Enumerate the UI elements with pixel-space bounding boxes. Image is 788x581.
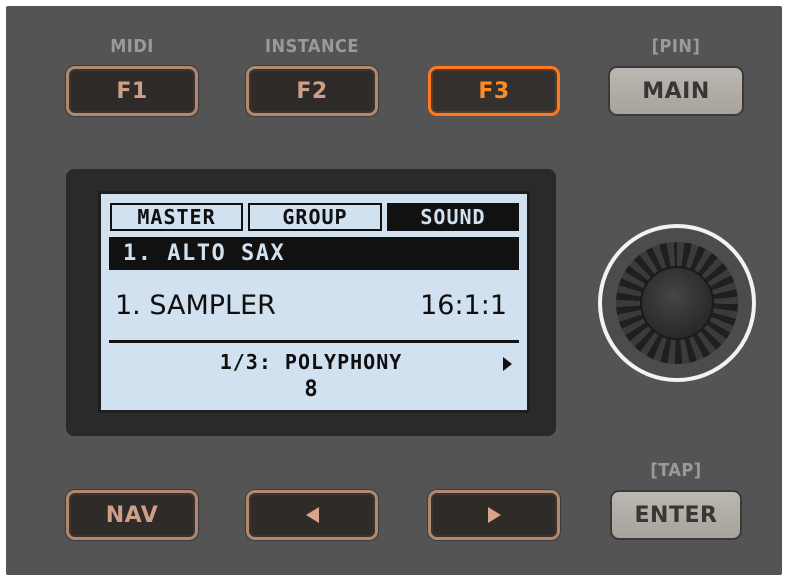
control-encoder-knob[interactable] <box>598 224 756 382</box>
parameter-value: 8 <box>304 377 318 402</box>
f2-button-label: F2 <box>296 78 328 104</box>
main-button-label: MAIN <box>642 78 710 104</box>
f1-caption: MIDI <box>110 36 154 57</box>
left-arrow-icon <box>305 507 319 523</box>
sound-name-header: 1. ALTO SAX <box>109 237 519 270</box>
f1-button-label: F1 <box>116 78 148 104</box>
right-arrow-icon <box>487 507 501 523</box>
lcd-display: MASTER GROUP SOUND 1. ALTO SAX 1. SAMPLE… <box>98 191 530 413</box>
tab-group: GROUP <box>248 203 382 231</box>
enter-caption: [TAP] <box>650 460 702 481</box>
f1-button[interactable]: F1 <box>66 66 198 116</box>
f3-button[interactable]: F3 <box>428 66 560 116</box>
nav-button[interactable]: NAV <box>66 490 198 540</box>
knob-grip-ring <box>616 242 738 364</box>
nav-button-label: NAV <box>105 502 159 528</box>
parameter-label: 1/3: POLYPHONY <box>219 350 403 374</box>
enter-button[interactable]: ENTER <box>610 490 742 540</box>
tab-master: MASTER <box>110 203 243 231</box>
main-caption: [PIN] <box>651 36 701 57</box>
enter-button-label: ENTER <box>634 502 718 528</box>
display-divider <box>109 340 519 343</box>
left-arrow-button[interactable] <box>246 490 378 540</box>
f3-button-label: F3 <box>478 78 510 104</box>
f2-caption: INSTANCE <box>265 36 359 57</box>
tab-sound: SOUND <box>387 203 519 231</box>
next-page-arrow-icon <box>503 357 512 371</box>
knob-center <box>640 266 714 340</box>
f2-button[interactable]: F2 <box>246 66 378 116</box>
plugin-name: 1. SAMPLER <box>115 290 276 321</box>
main-button[interactable]: MAIN <box>608 66 744 116</box>
plugin-position: 16:1:1 <box>420 290 507 321</box>
right-arrow-button[interactable] <box>428 490 560 540</box>
